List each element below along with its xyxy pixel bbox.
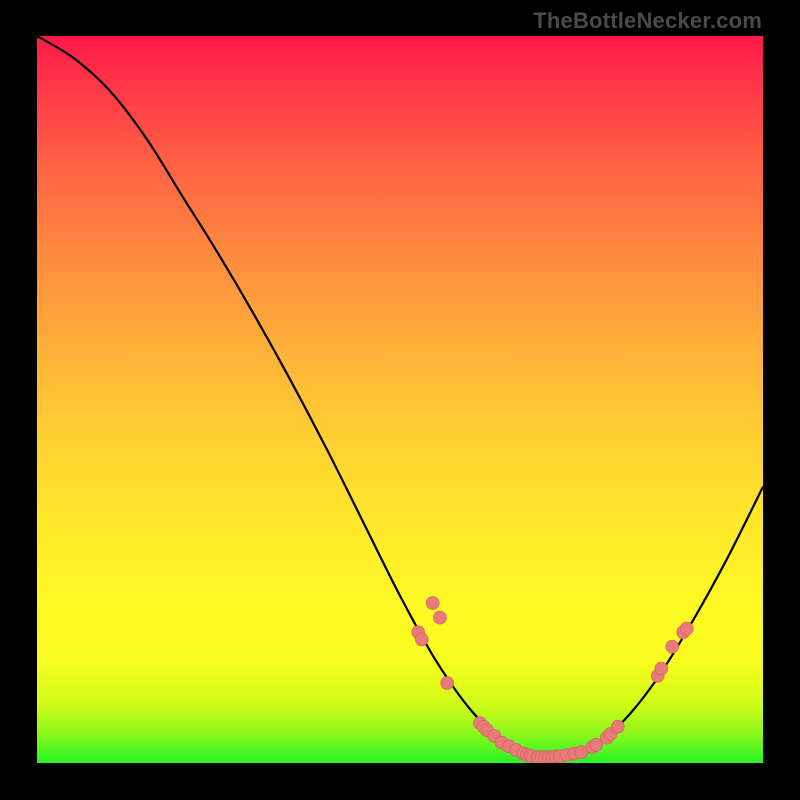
marker-group bbox=[412, 597, 694, 763]
data-marker bbox=[590, 738, 603, 751]
bottleneck-curve bbox=[37, 36, 763, 758]
data-marker bbox=[441, 677, 454, 690]
data-marker bbox=[426, 597, 439, 610]
data-marker bbox=[611, 720, 624, 733]
data-marker bbox=[666, 640, 679, 653]
chart-svg bbox=[37, 36, 763, 763]
data-marker bbox=[655, 662, 668, 675]
data-marker bbox=[680, 622, 693, 635]
attribution-text: TheBottleNecker.com bbox=[533, 8, 762, 34]
data-marker bbox=[433, 611, 446, 624]
data-marker bbox=[415, 633, 428, 646]
chart-container: TheBottleNecker.com bbox=[0, 0, 800, 800]
